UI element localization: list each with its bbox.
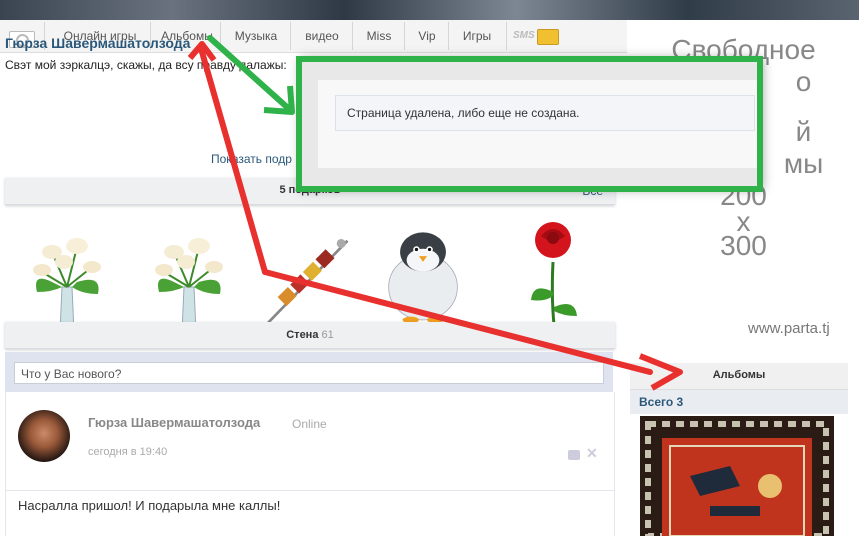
annotation-arrow (199, 49, 268, 275)
annotation-arrows (187, 35, 683, 391)
annotation-arrow (207, 35, 291, 111)
annotation-arrow (262, 269, 653, 375)
